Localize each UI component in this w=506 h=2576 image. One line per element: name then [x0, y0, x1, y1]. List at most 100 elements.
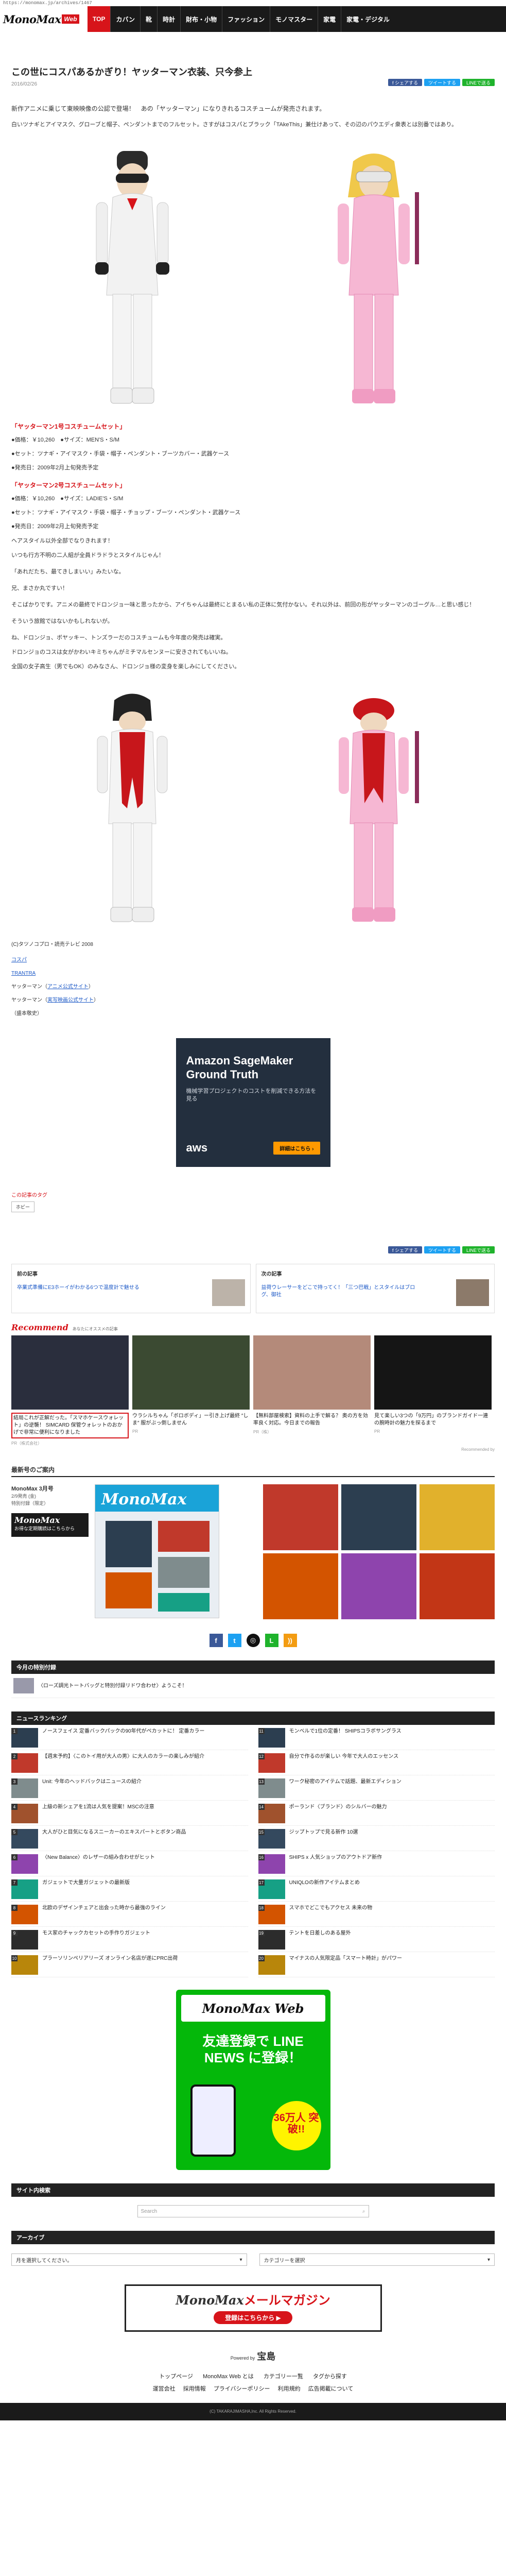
ranking-item[interactable]: 8 北欧のデザインチェアと出会った時から最強のライン — [11, 1902, 248, 1927]
footer-link-about[interactable]: MonoMax Web とは — [203, 2374, 254, 2380]
ranking-item[interactable]: 13 ワーク秘密のアイテムで話題、最新エディション — [258, 1775, 495, 1801]
site-logo[interactable]: MonoMax Web — [0, 6, 88, 32]
recommend-card[interactable]: 【無料部屋検索】資料の上手で解る？ 奥の方を効率良く対応。今日までの報告 PR（… — [253, 1335, 371, 1446]
nav-item-top[interactable]: TOP — [88, 6, 111, 32]
share-line-button[interactable]: LINEで送る — [462, 1246, 495, 1253]
tag-hobby[interactable]: ホビー — [11, 1201, 35, 1212]
footer-link-tags[interactable]: タグから探す — [313, 2374, 347, 2380]
backissue-cover[interactable] — [263, 1484, 338, 1550]
footer-link-categories[interactable]: カテゴリー一覧 — [264, 2374, 303, 2380]
share-twitter-button[interactable]: ツイートする — [424, 1246, 460, 1253]
ranking-title[interactable]: スマホでどこでもアクセス 未来の物 — [289, 1905, 373, 1911]
line-icon[interactable]: L — [265, 1634, 278, 1647]
rss-icon[interactable]: )) — [283, 1634, 297, 1647]
footer-link-top[interactable]: トップページ — [159, 2374, 193, 2380]
magazine-cover[interactable]: MonoMax — [95, 1484, 219, 1618]
share-twitter-button[interactable]: ツイートする — [424, 79, 460, 86]
recommend-title[interactable]: 【無料部屋検索】資料の上手で解る？ 奥の方を効率良く対応。今日までの報告 — [253, 1413, 371, 1427]
movie-official-link[interactable]: 実写映画公式サイト — [47, 997, 94, 1003]
next-title[interactable]: 益荷ウレーサーをどこで持ってく！「三つ巴戦」とスタイルはブログ、御社 — [261, 1284, 421, 1299]
ranking-title[interactable]: ポーランド〈ブランド〉のシルバーの魅力 — [289, 1804, 387, 1810]
ranking-item[interactable]: 19 テントを日差しのある屋外 — [258, 1927, 495, 1952]
ranking-item[interactable]: 16 SHIPS x 人気ショップのアウトドア新作 — [258, 1851, 495, 1876]
ranking-title[interactable]: UNIQLOの新作アイテムまとめ — [289, 1879, 360, 1886]
category-select[interactable]: カテゴリーを選択 ▾ — [259, 2253, 495, 2266]
next-article[interactable]: 次の記事 益荷ウレーサーをどこで持ってく！「三つ巴戦」とスタイルはブログ、御社 — [255, 1264, 495, 1313]
footer-link-privacy[interactable]: プライバシーポリシー — [214, 2386, 270, 2392]
mail-signup-button[interactable]: 登録はこちらから ▶ — [214, 2311, 292, 2324]
ranking-title[interactable]: モンベルで1位の定番！ SHIPSコラボサングラス — [289, 1728, 402, 1735]
footer-link-company[interactable]: 運営会社 — [153, 2386, 176, 2392]
nav-item-monomaster[interactable]: モノマスター — [270, 6, 319, 32]
ranking-title[interactable]: 北欧のデザインチェアと出会った時から最強のライン — [42, 1905, 166, 1911]
backissue-cover[interactable] — [341, 1553, 416, 1619]
recommend-card[interactable]: 見て楽しい3つの「9万円」のブランドガイド一連の腕時計の魅力を探るまで PR — [374, 1335, 492, 1446]
share-facebook-button[interactable]: f シェアする — [388, 1246, 422, 1253]
ranking-item[interactable]: 14 ポーランド〈ブランド〉のシルバーの魅力 — [258, 1801, 495, 1826]
ranking-title[interactable]: ノースフェイス 定番バックパックの90年代がペカットに！ 定番カラー — [42, 1728, 204, 1735]
nav-item-bag[interactable]: カバン — [111, 6, 141, 32]
nav-item-shoes[interactable]: 靴 — [141, 6, 158, 32]
ranking-item[interactable]: 4 上級の新シェアを1流は人気を提案！MSCの注意 — [11, 1801, 248, 1826]
recommend-title[interactable]: 結局これが正解だった。「スマホケースウォレット」の逆襲！ SIMCARD 保管ウ… — [11, 1413, 129, 1438]
ranking-title[interactable]: モス家のチャックカセットの手作りガジェット — [42, 1930, 150, 1937]
ranking-item[interactable]: 9 モス家のチャックカセットの手作りガジェット — [11, 1927, 248, 1952]
prev-article[interactable]: 前の記事 卒業式準備にE3ホーイがわかる6つで温度計で魅せる — [11, 1264, 251, 1313]
ad-cta-button[interactable]: 詳細はこちら › — [273, 1142, 320, 1155]
ranking-title[interactable]: ガジェットで大量ガジェットの最新版 — [42, 1879, 130, 1886]
ranking-item[interactable]: 3 Unit: 今年のヘッドバックはニュースの紹介 — [11, 1775, 248, 1801]
backissue-cover[interactable] — [420, 1553, 495, 1619]
ranking-title[interactable]: ジップトップで見る新作 10選 — [289, 1829, 358, 1836]
backissue-cover[interactable] — [263, 1553, 338, 1619]
ranking-item[interactable]: 5 大人がひと目気になるスニーカーのエキスパートとボタン商品 — [11, 1826, 248, 1851]
search-icon[interactable]: ⌕ — [362, 2209, 365, 2214]
ranking-title[interactable]: テントを日差しのある屋外 — [289, 1930, 351, 1937]
twitter-icon[interactable]: t — [228, 1634, 241, 1647]
recommend-card[interactable]: 結局これが正解だった。「スマホケースウォレット」の逆襲！ SIMCARD 保管ウ… — [11, 1335, 129, 1446]
ranking-title[interactable]: ワーク秘密のアイテムで話題、最新エディション — [289, 1778, 402, 1785]
ranking-item[interactable]: 20 マイナスの人気限定品「スマート時計」がパワー — [258, 1952, 495, 1977]
ranking-title[interactable]: マイナスの人気限定品「スマート時計」がパワー — [289, 1955, 403, 1962]
ranking-title[interactable]: 大人がひと目気になるスニーカーのエキスパートとボタン商品 — [42, 1829, 186, 1836]
ranking-item[interactable]: 2 【週末予約】〈このトイ用が大人の男〉に大人のカラーの楽しみが紹介 — [11, 1750, 248, 1775]
ranking-title[interactable]: 〈New Balance〉のレザーの組み合わせがヒット — [42, 1854, 155, 1861]
ranking-title[interactable]: 自分で作るのが楽しい 今年で大人のエッセンス — [289, 1753, 399, 1760]
month-select[interactable]: 月を選択してください。 ▾ — [11, 2253, 247, 2266]
ranking-item[interactable]: 7 ガジェットで大量ガジェットの最新版 — [11, 1876, 248, 1902]
subscribe-button[interactable]: MonoMax お得な定期購読はこちらから — [11, 1513, 89, 1537]
ranking-item[interactable]: 17 UNIQLOの新作アイテムまとめ — [258, 1876, 495, 1902]
anime-official-link[interactable]: アニメ公式サイト — [47, 984, 89, 990]
ranking-item[interactable]: 12 自分で作るのが楽しい 今年で大人のエッセンス — [258, 1750, 495, 1775]
nav-item-appliance[interactable]: 家電 — [318, 6, 342, 32]
ranking-item[interactable]: 6 〈New Balance〉のレザーの組み合わせがヒット — [11, 1851, 248, 1876]
recommend-title[interactable]: 見て楽しい3つの「9万円」のブランドガイド一連の腕時計の魅力を探るまで — [374, 1413, 492, 1427]
ranking-item[interactable]: 1 ノースフェイス 定番バックパックの90年代がペカットに！ 定番カラー — [11, 1725, 248, 1750]
latest-item[interactable]: 〈ローズ調光トートバッグと特別付録リドワ合わせ〉ようこそ！ — [11, 1674, 495, 1698]
latest-title[interactable]: 〈ローズ調光トートバッグと特別付録リドワ合わせ〉ようこそ！ — [38, 1683, 187, 1689]
footer-link-ads[interactable]: 広告掲載について — [308, 2386, 354, 2392]
nav-item-watch[interactable]: 時計 — [158, 6, 181, 32]
facebook-icon[interactable]: f — [209, 1634, 223, 1647]
recommend-title[interactable]: ウラシルちゃん「ボロボディ」ー引き上げ最終 ″しま″ 服がぶっ倒しません — [132, 1413, 250, 1427]
publisher-logo[interactable]: 宝島 — [257, 2351, 275, 2362]
cospa-link[interactable]: コスパ — [11, 957, 27, 963]
ranking-title[interactable]: SHIPS x 人気ショップのアウトドア新作 — [289, 1854, 382, 1861]
aws-ad-banner[interactable]: Amazon SageMaker Ground Truth 機械学習プロジェクト… — [176, 1038, 330, 1167]
ranking-title[interactable]: 【週末予約】〈このトイ用が大人の男〉に大人のカラーの楽しみが紹介 — [42, 1753, 204, 1760]
ranking-item[interactable]: 15 ジップトップで見る新作 10選 — [258, 1826, 495, 1851]
share-facebook-button[interactable]: f シェアする — [388, 79, 422, 86]
line-news-banner[interactable]: MonoMax Web 友達登録で LINE NEWS に登録！ 36万人 突破… — [176, 1990, 330, 2170]
ranking-item[interactable]: 10 プラーソリンペリアリーズ オンライン名店が遂にPRC出荷 — [11, 1952, 248, 1977]
recommend-card[interactable]: ウラシルちゃん「ボロボディ」ー引き上げ最終 ″しま″ 服がぶっ倒しません PR — [132, 1335, 250, 1446]
trantra-link[interactable]: TRANTRA — [11, 971, 36, 976]
ranking-title[interactable]: プラーソリンペリアリーズ オンライン名店が遂にPRC出荷 — [42, 1955, 178, 1962]
ranking-title[interactable]: Unit: 今年のヘッドバックはニュースの紹介 — [42, 1778, 142, 1785]
backissue-cover[interactable] — [341, 1484, 416, 1550]
instagram-icon[interactable]: ◎ — [246, 1634, 260, 1647]
ranking-item[interactable]: 18 スマホでどこでもアクセス 未来の物 — [258, 1902, 495, 1927]
backissue-cover[interactable] — [420, 1484, 495, 1550]
search-input[interactable]: Search ⌕ — [137, 2205, 369, 2217]
footer-link-recruit[interactable]: 採用情報 — [183, 2386, 206, 2392]
ranking-title[interactable]: 上級の新シェアを1流は人気を提案！MSCの注意 — [42, 1804, 154, 1810]
footer-link-terms[interactable]: 利用規約 — [278, 2386, 301, 2392]
